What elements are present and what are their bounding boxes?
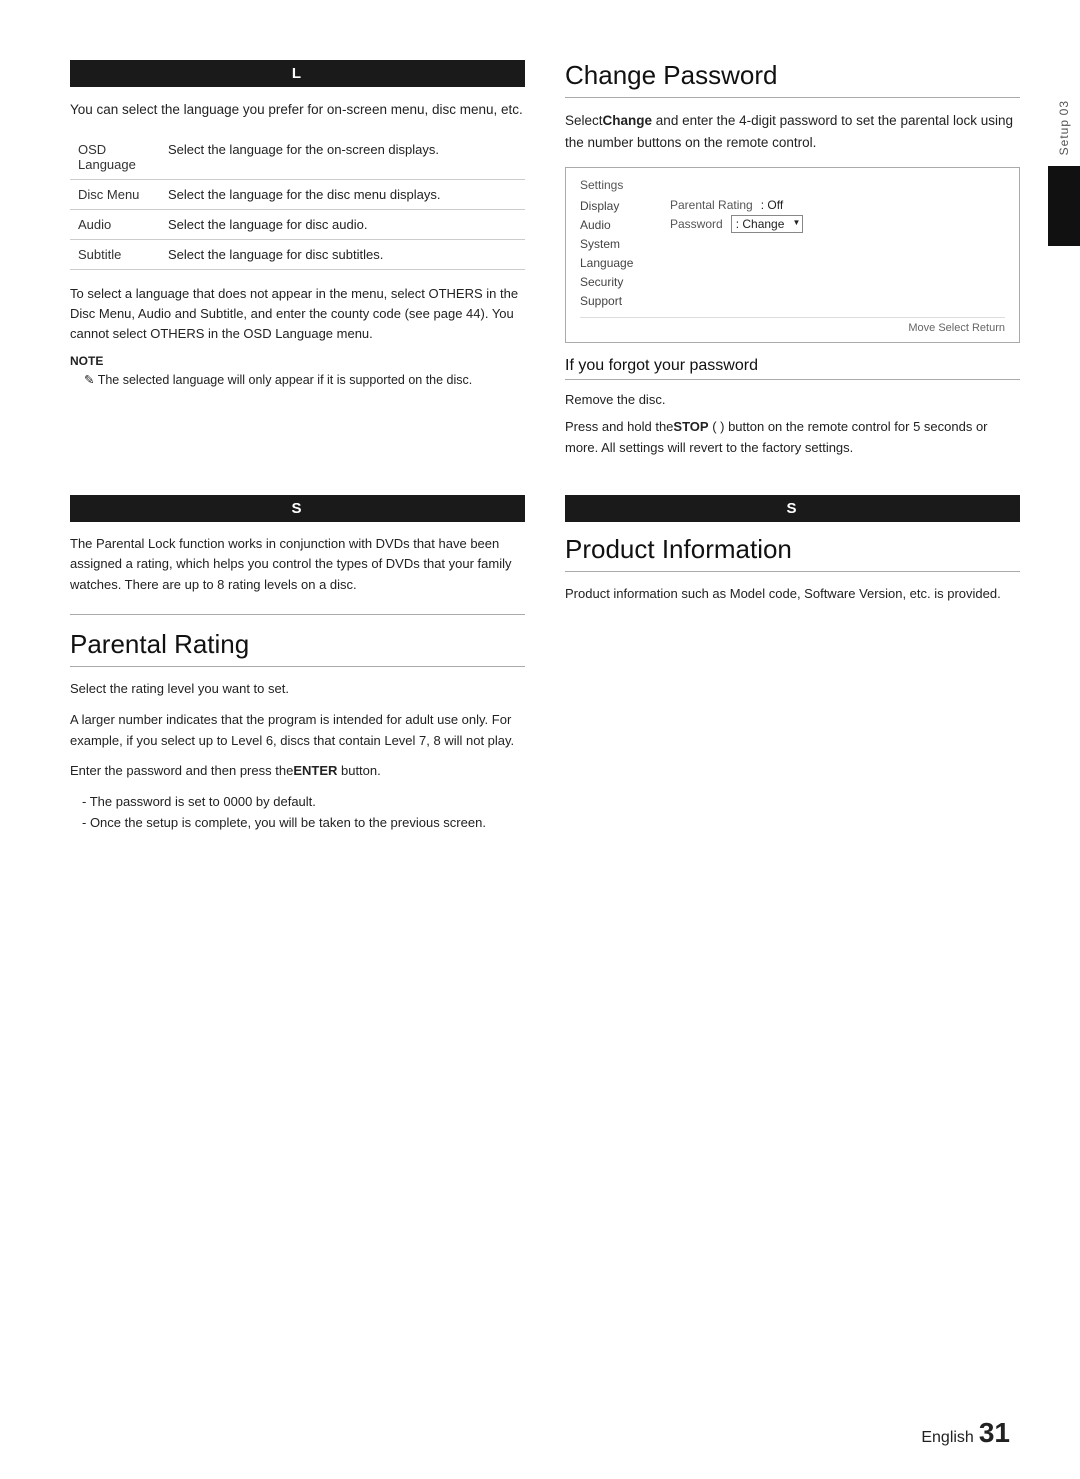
settings-menu-item: Support xyxy=(580,293,650,309)
lang-label: Subtitle xyxy=(70,239,160,269)
note-label: NOTE xyxy=(70,354,525,368)
top-two-col: L You can select the language you prefer… xyxy=(70,60,1020,465)
settings-menu-item: Security xyxy=(580,274,650,290)
forgot-title: If you forgot your password xyxy=(565,357,1020,380)
settings-box: Settings Display Audio System Language Secur… xyxy=(565,167,1020,343)
side-tab-black-bar xyxy=(1048,166,1080,246)
footer-page-number: 31 xyxy=(979,1417,1010,1448)
change-password-title: Change Password xyxy=(565,60,1020,98)
forgot-step-1: Remove the disc. xyxy=(565,390,1020,411)
page-footer: English 31 xyxy=(921,1417,1010,1449)
settings-menu-item: Display xyxy=(580,198,650,214)
side-tab-number: 03 xyxy=(1057,100,1071,115)
settings-footer: Move Select Return xyxy=(580,317,1005,334)
left-col-language: L You can select the language you prefer… xyxy=(70,60,525,465)
note-items: ✎ The selected language will only appear… xyxy=(70,371,525,390)
footer-language: English xyxy=(921,1429,973,1446)
lang-table-row: SubtitleSelect the language for disc sub… xyxy=(70,239,525,269)
settings-menu: Display Audio System Language Security Suppor… xyxy=(580,198,650,309)
language-table: OSD LanguageSelect the language for the … xyxy=(70,135,525,270)
bottom-right-col: S Product Information Product informatio… xyxy=(565,495,1020,834)
lang-label: OSD Language xyxy=(70,135,160,180)
lang-label: Audio xyxy=(70,209,160,239)
product-info-title: Product Information xyxy=(565,534,1020,572)
lang-desc: Select the language for disc subtitles. xyxy=(160,239,525,269)
settings-box-content: Display Audio System Language Security Suppor… xyxy=(580,198,1005,309)
note-item: ✎ The selected language will only appear… xyxy=(70,371,525,390)
product-info-text: Product information such as Model code, … xyxy=(565,584,1020,605)
parental-rating-val: : Off xyxy=(761,198,783,212)
security-intro: The Parental Lock function works in conj… xyxy=(70,534,525,596)
side-tab-label: Setup xyxy=(1057,119,1071,155)
bottom-left-col: S The Parental Lock function works in co… xyxy=(70,495,525,834)
settings-menu-item: Language xyxy=(580,255,650,271)
password-key: Password xyxy=(670,217,723,231)
lang-table-row: Disc MenuSelect the language for the dis… xyxy=(70,179,525,209)
parental-list-item: - The password is set to 0000 by default… xyxy=(70,792,525,813)
section-bar-S-right: S xyxy=(565,495,1020,522)
right-col-password: Change Password SelectChange and enter t… xyxy=(565,60,1020,465)
parental-rating-key: Parental Rating xyxy=(670,198,753,212)
bottom-two-col: S The Parental Lock function works in co… xyxy=(70,495,1020,834)
settings-menu-item: Audio xyxy=(580,217,650,233)
forgot-step-2: Press and hold theSTOP ( ) button on the… xyxy=(565,417,1020,459)
lang-label: Disc Menu xyxy=(70,179,160,209)
lang-table-row: OSD LanguageSelect the language for the … xyxy=(70,135,525,180)
parental-list: - The password is set to 0000 by default… xyxy=(70,792,525,834)
lang-desc: Select the language for the disc menu di… xyxy=(160,179,525,209)
settings-menu-item: System xyxy=(580,236,650,252)
parental-rating-title: Parental Rating xyxy=(70,629,525,667)
settings-box-title: Settings xyxy=(580,178,1005,192)
parental-para2: Enter the password and then press theENT… xyxy=(70,761,525,782)
settings-row-parental: Parental Rating : Off xyxy=(670,198,1005,212)
password-val-box[interactable]: : Change xyxy=(731,215,804,233)
page-container: 03 Setup L You can select the language y… xyxy=(0,0,1080,1479)
parental-intro: Select the rating level you want to set. xyxy=(70,679,525,700)
forgot-text: Remove the disc. Press and hold theSTOP … xyxy=(565,390,1020,458)
parental-list-item: - Once the setup is complete, you will b… xyxy=(70,813,525,834)
section-bar-L: L xyxy=(70,60,525,87)
language-intro: You can select the language you prefer f… xyxy=(70,99,525,121)
settings-values: Parental Rating : Off Password : Change xyxy=(670,198,1005,309)
bottom-section: S The Parental Lock function works in co… xyxy=(70,495,1020,834)
lang-desc: Select the language for disc audio. xyxy=(160,209,525,239)
language-note-para: To select a language that does not appea… xyxy=(70,284,525,344)
section-bar-S-left: S xyxy=(70,495,525,522)
lang-table-row: AudioSelect the language for disc audio. xyxy=(70,209,525,239)
side-tab: 03 Setup xyxy=(1048,100,1080,246)
settings-row-password: Password : Change xyxy=(670,215,1005,233)
change-password-intro: SelectChange and enter the 4-digit passw… xyxy=(565,110,1020,153)
lang-desc: Select the language for the on-screen di… xyxy=(160,135,525,180)
parental-divider xyxy=(70,614,525,615)
parental-para1: A larger number indicates that the progr… xyxy=(70,710,525,752)
